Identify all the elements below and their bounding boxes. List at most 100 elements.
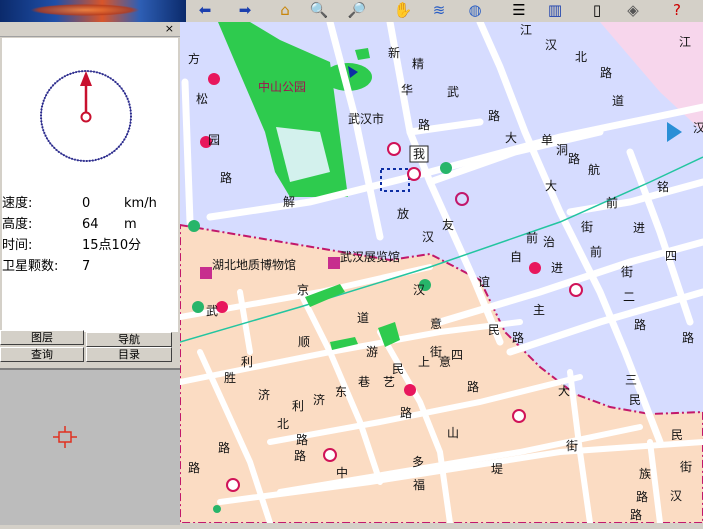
street-label: 路 [218,441,231,455]
current-location-marker[interactable]: 我 [413,148,425,161]
street-label: 二 [623,290,636,304]
street-label: 路 [467,380,480,394]
home-icon[interactable]: ⌂ [272,0,298,20]
overview-map[interactable] [0,368,180,525]
help-icon[interactable]: ? [664,0,690,20]
close-icon[interactable]: × [165,22,174,36]
query-button[interactable]: 查询 [0,347,84,362]
street-label: 路 [600,66,613,80]
exhibition-label: 武汉展览馆 [340,250,401,264]
street-label: 主 [533,303,546,317]
street-label: 单 [541,133,554,147]
street-label: 路 [188,461,201,475]
street-label: 道 [357,311,370,325]
street-label: 利 [292,399,305,413]
street-label: 堤 [491,462,504,476]
speed-unit: km/h [124,196,157,211]
street-label: 族 [639,467,652,481]
time-value: 15点10分 [82,238,142,253]
street-label: 汉 [413,283,426,297]
street-label: 路 [488,109,501,123]
street-label: 松 [196,92,209,106]
street-label: 街 [566,439,579,453]
street-label: 汉 [422,230,435,244]
street-label: 民 [671,428,684,442]
altitude-value: 64 [82,217,99,232]
street-label: 新 [388,46,401,60]
street-label: 街 [581,220,594,234]
street-label: 大 [505,131,518,145]
crosshair-icon [53,426,77,448]
globe-icon[interactable]: ◍ [462,0,488,20]
street-label: 路 [400,406,413,420]
layers-button[interactable]: 图层 [0,330,84,345]
navigation-button[interactable]: 导航 [86,332,172,347]
map-view[interactable]: 中山公园 武汉市 湖北地质博物馆 武汉展览馆 我 江汉北路道新精华武路路大单洞路… [180,22,703,523]
street-label: 北 [575,50,588,64]
street-label: 东 [335,385,348,399]
park-label: 中山公园 [258,80,307,94]
arrow-right-icon[interactable]: ➡ [232,0,258,20]
bar-chart-icon[interactable]: ▥ [542,0,568,20]
street-label: 路 [220,171,233,185]
street-label: 街 [621,265,634,279]
district-label: 武汉市 [348,112,385,126]
street-label: 解 [283,195,296,209]
altitude-label: 高度: [2,217,33,232]
speed-label: 速度: [2,196,33,211]
status-panel: 速度: 0 km/h 高度: 64 m 时间: 15点10分 卫星颗数: 7 [2,192,178,332]
street-label: 方 [188,52,201,66]
museum-label: 湖北地质博物馆 [212,258,297,272]
street-label: 路 [418,118,431,132]
app-logo-banner [0,0,186,22]
street-label: 路 [630,508,643,522]
box-icon[interactable]: ◈ [620,0,646,20]
left-panel: × 速度: 0 km/h 高度: 64 m 时间: 15点10分 卫星颗数: 7 [0,22,180,525]
zoom-in-icon[interactable]: 🔍 [306,0,332,20]
street-label: 济 [313,393,326,407]
street-label: 汉 [670,489,683,503]
street-label: 四 [451,348,464,362]
street-label: 北 [277,417,290,431]
time-row: 时间: 15点10分 [2,236,178,256]
street-label: 艺 [383,375,396,389]
street-label: 路 [568,152,581,166]
altitude-unit: m [124,217,137,232]
layers-icon[interactable]: ≋ [426,0,452,20]
street-label: 谊 [478,275,491,289]
street-label: 道 [612,94,625,108]
street-label: 山 [447,426,460,440]
street-label: 意 [430,317,443,331]
street-label: 胜 [224,371,237,385]
street-label: 精 [412,57,425,71]
zoom-out-icon[interactable]: 🔎 [344,0,370,20]
compass [2,38,178,192]
street-label: 大 [558,384,571,398]
arrow-left-icon[interactable]: ⬅ [192,0,218,20]
street-label: 武 [447,85,460,99]
street-label: 前 [606,196,619,210]
street-label: 意 [439,355,452,369]
street-label: 顺 [298,335,311,349]
street-label: 洞 [556,143,569,157]
catalog-button[interactable]: 目录 [86,347,172,362]
street-label: 自 [510,250,523,264]
list-icon[interactable]: ☰ [506,0,532,20]
street-label: 进 [633,221,646,235]
satellites-value: 7 [82,259,91,274]
street-label: 路 [682,331,695,345]
street-label: 前 [526,231,539,245]
clipboard-icon[interactable]: ▯ [584,0,610,20]
hand-pan-icon[interactable]: ✋ [390,0,416,20]
street-label: 路 [634,318,647,332]
street-label: 中 [336,466,349,480]
street-label: 利 [241,355,254,369]
street-label: 大 [545,179,558,193]
street-label: 民 [488,323,501,337]
street-label: 济 [258,388,271,402]
street-label: 航 [588,163,601,177]
street-label: 放 [397,207,410,221]
street-label: 治 [543,235,556,249]
speed-row: 速度: 0 km/h [2,194,178,214]
street-label: 四 [665,249,678,263]
